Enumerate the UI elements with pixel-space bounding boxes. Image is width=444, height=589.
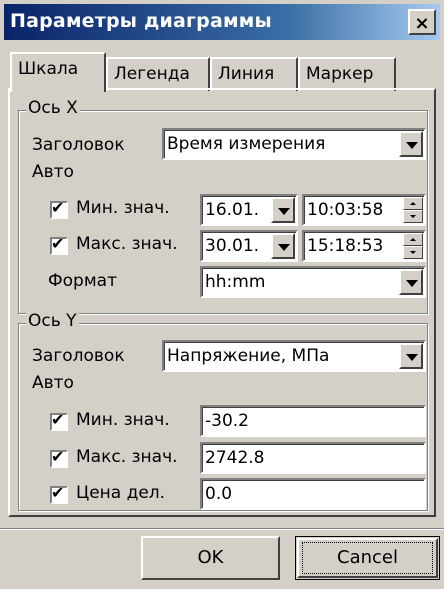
axis-x-format-select[interactable]: hh:mm [200,266,426,298]
ok-button-label: OK [197,547,224,568]
close-icon: × [414,13,430,34]
axis-x-min-date: 16.01. [205,200,260,220]
axis-y-title-select[interactable]: Напряжение, МПа [162,340,426,372]
axis-y-group-label: Ось Y [26,311,79,331]
tab-scale[interactable]: Шкала [10,52,106,92]
axis-y-auto-label: Авто [32,373,74,393]
axis-x-format-label: Формат [48,271,117,291]
axis-y-min-input[interactable]: -30.2 [200,405,426,437]
title-bar[interactable]: Параметры диаграммы × [4,4,440,40]
axis-x-max-time-input[interactable]: 15:18:53 [302,230,426,262]
ok-button[interactable]: OK [141,536,280,580]
tab-line[interactable]: Линия [210,57,298,91]
cancel-button[interactable]: Cancel [295,536,440,580]
chevron-down-icon[interactable] [399,131,423,157]
axis-y-min-checkbox[interactable]: ✔ [50,410,68,431]
axis-y-title-value: Напряжение, МПа [167,346,330,366]
chevron-down-icon[interactable] [271,197,295,223]
tab-marker[interactable]: Маркер [298,57,396,91]
axis-x-title-label: Заголовок [32,135,125,155]
spin-down-icon[interactable] [403,210,423,223]
axis-x-title-value: Время измерения [167,134,326,154]
axis-y-step-input[interactable]: 0.0 [200,478,426,510]
axis-y-max-input[interactable]: 2742.8 [200,442,426,474]
axis-y-step-value: 0.0 [205,484,233,504]
tab-panel-scale: Ось X Заголовок Время измерения Авто ✔ М… [8,88,436,517]
axis-y-min-label: Мин. знач. [76,410,170,430]
checkmark-icon: ✔ [51,410,65,429]
axis-y-max-checkbox[interactable]: ✔ [50,447,68,468]
checkmark-icon: ✔ [51,483,65,502]
tab-line-label: Линия [218,64,275,84]
axis-x-auto-label: Авто [32,162,74,182]
time-spinner[interactable] [403,233,423,259]
axis-x-title-select[interactable]: Время измерения [162,128,426,160]
spin-up-icon[interactable] [403,233,423,246]
close-button[interactable]: × [408,9,436,35]
axis-x-format-value: hh:mm [205,272,266,292]
spin-up-icon[interactable] [403,197,423,210]
axis-y-max-value: 2742.8 [205,448,265,468]
cancel-button-label: Cancel [337,547,398,568]
axis-y-title-label: Заголовок [32,346,125,366]
tab-legend[interactable]: Легенда [106,57,210,91]
axis-x-max-date-select[interactable]: 30.01. [200,230,298,262]
footer-separator [0,528,444,530]
chevron-down-icon[interactable] [271,233,295,259]
window-title: Параметры диаграммы [10,10,272,32]
chevron-down-icon[interactable] [399,343,423,369]
checkmark-icon: ✔ [51,198,65,217]
axis-y-step-checkbox[interactable]: ✔ [50,483,68,504]
tab-marker-label: Маркер [306,64,374,84]
axis-y-max-label: Макс. знач. [76,447,178,467]
tab-legend-label: Легенда [114,64,190,84]
checkmark-icon: ✔ [51,234,65,253]
spin-down-icon[interactable] [403,246,423,259]
axis-x-max-time: 15:18:53 [307,236,384,256]
time-spinner[interactable] [403,197,423,223]
axis-x-min-label: Мин. знач. [76,198,170,218]
axis-x-group-label: Ось X [26,98,80,118]
axis-x-max-label: Макс. знач. [76,234,178,254]
chart-parameters-dialog: Параметры диаграммы × Шкала Легенда Лини… [0,0,444,589]
chevron-down-icon[interactable] [399,269,423,295]
axis-x-min-date-select[interactable]: 16.01. [200,194,298,226]
axis-x-max-checkbox[interactable]: ✔ [50,234,68,255]
tab-scale-label: Шкала [18,59,79,79]
axis-x-min-time: 10:03:58 [307,200,384,220]
axis-y-step-label: Цена дел. [76,483,166,503]
axis-x-max-date: 30.01. [205,236,260,256]
axis-x-min-time-input[interactable]: 10:03:58 [302,194,426,226]
axis-x-min-checkbox[interactable]: ✔ [50,198,68,219]
checkmark-icon: ✔ [51,447,65,466]
axis-y-min-value: -30.2 [205,411,249,431]
